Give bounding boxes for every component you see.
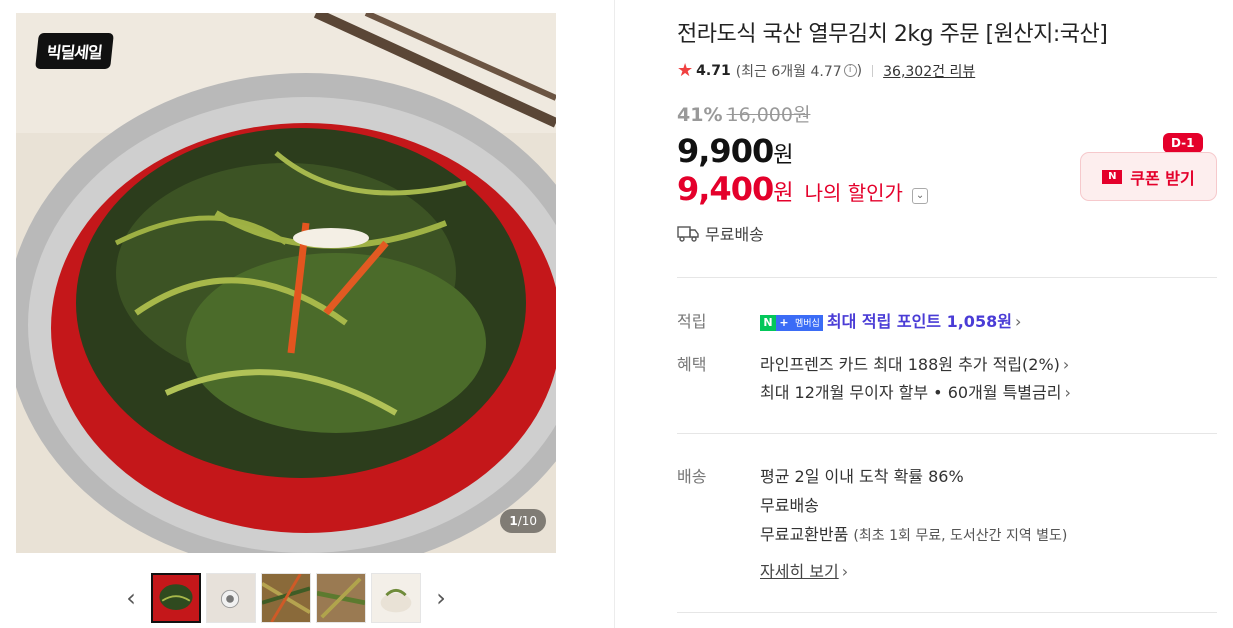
membership-label: 멤버십 (792, 314, 823, 331)
free-exchange: 무료교환반품 (최초 1회 무료, 도서산간 지역 별도) (760, 521, 1067, 545)
my-price: 9,400 (677, 170, 774, 208)
deal-badge: 빅딜세일 (35, 33, 114, 69)
coupon-deadline-badge: D-1 (1163, 133, 1203, 158)
rating-row: ★ 4.71 (최근 6개월 4.77 i ) 36,302건 리뷰 (677, 60, 975, 81)
original-price: 16,000원 (726, 104, 811, 126)
chevron-right-icon: › (1014, 312, 1022, 331)
chevron-right-icon: › (841, 562, 849, 581)
free-exchange-text: 무료교환반품 (760, 525, 849, 544)
chevron-right-icon: › (1062, 355, 1070, 374)
product-gallery: 빅딜세일 1/10 ‹ › (0, 0, 615, 628)
main-product-image[interactable]: 빅딜세일 1/10 (16, 13, 556, 553)
review-count-link[interactable]: 36,302건 리뷰 (883, 61, 975, 81)
my-price-unit: 원 (773, 181, 794, 206)
thumbnail-2[interactable] (206, 573, 256, 623)
my-price-row[interactable]: 9,400원 나의 할인가 ⌄ (677, 170, 929, 208)
discount-row: 41% 16,000원 (677, 100, 810, 127)
coupon-button[interactable]: N 쿠폰 받기 (1080, 152, 1217, 201)
exchange-note: (최초 1회 무료, 도서산간 지역 별도) (853, 528, 1068, 544)
info-icon[interactable]: i (843, 64, 857, 77)
card-benefit[interactable]: 라인프렌즈 카드 최대 188원 추가 적립(2%) › (760, 351, 1069, 375)
thumbnail-strip: ‹ › (0, 573, 572, 623)
recent-rating-close: ) (856, 62, 863, 79)
naver-coupon-icon: N (1102, 169, 1123, 184)
my-price-label: 나의 할인가 (804, 181, 903, 205)
thumbnail-3[interactable] (261, 573, 311, 623)
section-divider (677, 612, 1217, 613)
truck-icon (677, 226, 699, 242)
installment-text: 최대 12개월 무이자 할부 • 60개월 특별금리 (760, 383, 1062, 402)
sale-price-unit: 원 (773, 143, 794, 168)
sale-price: 9,900 (677, 132, 774, 170)
installment-benefit[interactable]: 최대 12개월 무이자 할부 • 60개월 특별금리 › (760, 379, 1071, 403)
delivery-details-link[interactable]: 자세히 보기 › (760, 558, 848, 582)
kimchi-dish-illustration (16, 13, 556, 553)
recent-rating: (최근 6개월 4.77 (735, 63, 842, 80)
section-divider (677, 433, 1217, 434)
section-divider (677, 277, 1217, 278)
product-title: 전라도식 국산 열무김치 2kg 주문 [원산지:국산] (677, 22, 1108, 47)
shipping-summary-text: 무료배송 (705, 225, 764, 244)
image-counter-total: /10 (517, 514, 537, 528)
card-benefit-text: 라인프렌즈 카드 최대 188원 추가 적립(2%) (760, 355, 1060, 374)
arrival-probability: 평균 2일 이내 도착 확률 86% (760, 467, 964, 486)
thumbnail-5[interactable] (371, 573, 421, 623)
coupon-button-label: 쿠폰 받기 (1130, 168, 1195, 188)
chevron-down-icon[interactable]: ⌄ (912, 187, 929, 204)
divider (872, 64, 874, 77)
naver-n-icon: N (760, 314, 776, 331)
max-points-text: 최대 적립 포인트 1,058원 (826, 312, 1012, 331)
sale-price-row: 9,900원 (677, 132, 793, 170)
plus-icon: + (776, 314, 792, 331)
free-shipping: 무료배송 (760, 496, 819, 515)
rating-value: 4.71 (696, 62, 731, 79)
details-link-text: 자세히 보기 (760, 562, 839, 581)
naver-membership-badge: N + 멤버십 (760, 314, 823, 331)
star-icon: ★ (677, 60, 694, 81)
chevron-left-icon[interactable]: ‹ (116, 573, 146, 623)
thumbnail-1[interactable] (151, 573, 201, 623)
chevron-right-icon: › (1064, 383, 1071, 402)
benefit-label: 혜택 (677, 355, 707, 374)
points-label: 적립 (677, 312, 707, 331)
image-counter: 1/10 (500, 509, 546, 533)
delivery-label: 배송 (677, 467, 707, 486)
points-value[interactable]: N + 멤버십 최대 적립 포인트 1,058원 › (760, 308, 1021, 332)
chevron-right-icon[interactable]: › (426, 573, 456, 623)
image-counter-current: 1 (509, 514, 518, 528)
shipping-summary: 무료배송 (677, 221, 764, 245)
discount-rate: 41% (677, 104, 723, 126)
thumbnail-4[interactable] (316, 573, 366, 623)
